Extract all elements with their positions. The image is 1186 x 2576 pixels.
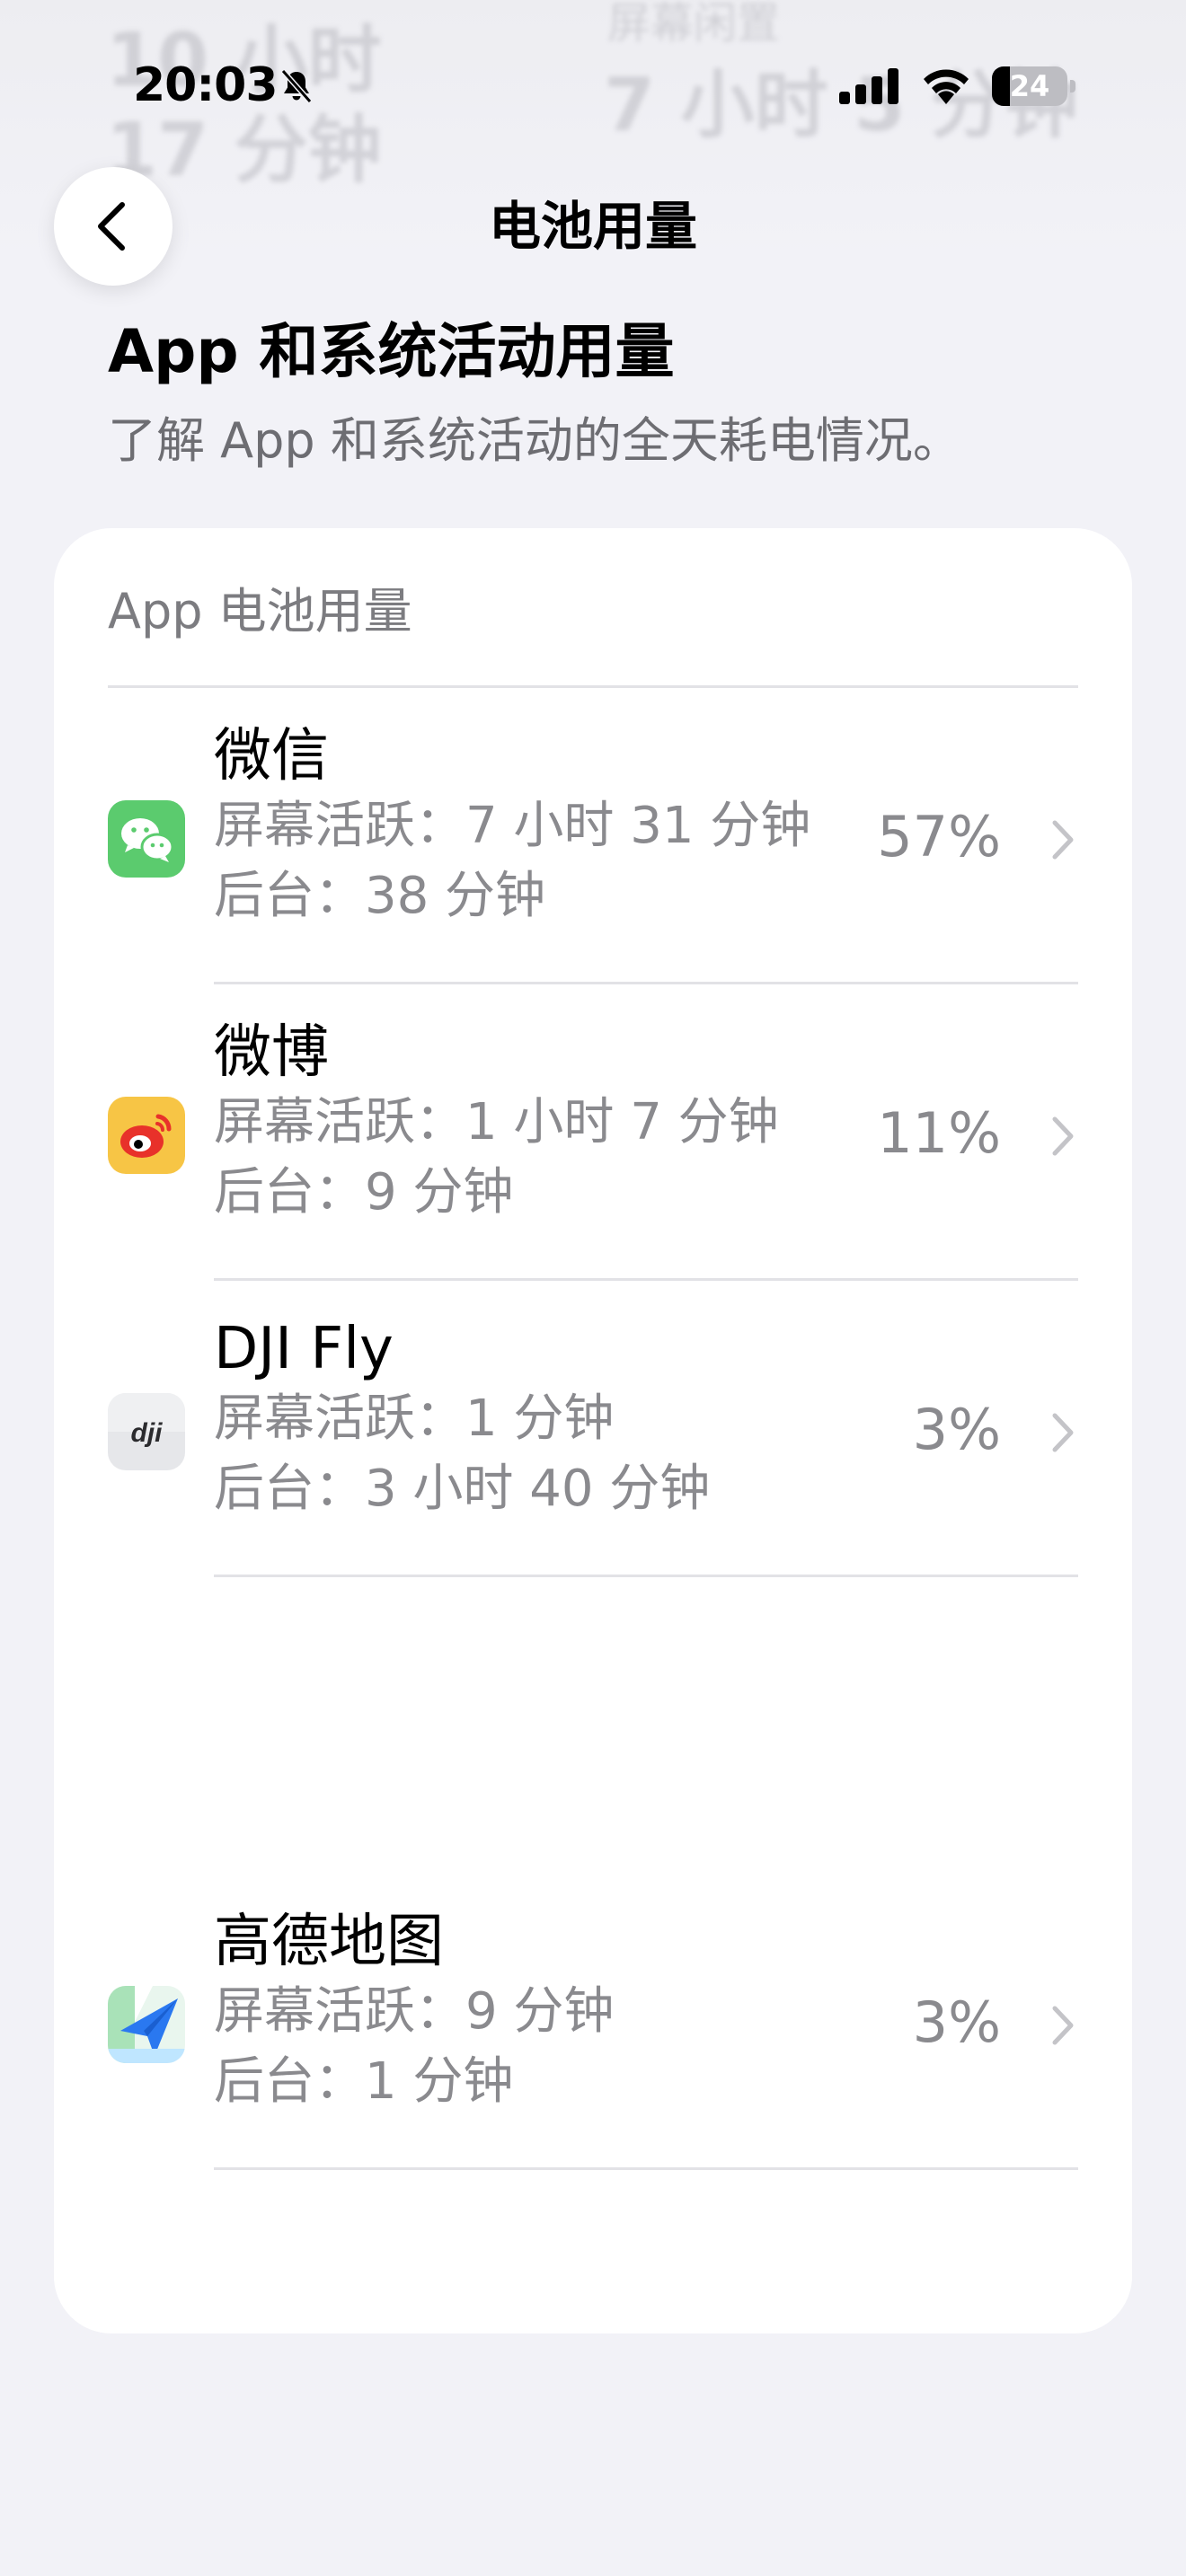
app-screen-active: 屏幕活跃：9 分钟: [214, 1982, 615, 2041]
chevron-right-icon: [1052, 1413, 1074, 1452]
battery-level: 24: [1009, 69, 1050, 103]
bell-slash-icon: [280, 69, 313, 103]
status-bar: 20:03 24: [0, 0, 1186, 171]
app-row-dji-fly[interactable]: dji DJI Fly 屏幕活跃：1 分钟 后台：3 小时 40 分钟 3%: [54, 1281, 1132, 1577]
app-name: 微信: [214, 723, 329, 790]
app-background: 后台：9 分钟: [214, 1163, 514, 1222]
app-name: 微博: [214, 1019, 329, 1086]
battery-body: 24: [992, 66, 1067, 106]
card-header: App 电池用量: [108, 583, 412, 640]
app-percent: 11%: [877, 1100, 1001, 1166]
app-screen-active: 屏幕活跃：7 小时 31 分钟: [214, 797, 811, 855]
amap-icon: [108, 1986, 185, 2063]
app-percent: 57%: [877, 804, 1001, 869]
app-percent: 3%: [912, 1989, 1001, 2055]
weibo-icon: [108, 1097, 185, 1174]
app-percent: 3%: [912, 1397, 1001, 1462]
app-name: DJI Fly: [214, 1316, 394, 1382]
section-heading: App 和系统活动用量: [108, 317, 675, 386]
app-screen-active: 屏幕活跃：1 分钟: [214, 1389, 615, 1448]
app-name: 高德地图: [214, 1909, 444, 1975]
app-background: 后台：3 小时 40 分钟: [214, 1460, 711, 1518]
wechat-icon: [108, 800, 185, 878]
chevron-right-icon: [1052, 1116, 1074, 1156]
status-time: 20:03: [133, 58, 279, 112]
row-divider: [214, 2167, 1078, 2170]
battery-cap: [1070, 80, 1075, 93]
chevron-right-icon: [1052, 820, 1074, 860]
page-title: 电池用量: [488, 196, 697, 257]
app-background: 后台：1 分钟: [214, 2052, 514, 2111]
app-screen-active: 屏幕活跃：1 小时 7 分钟: [214, 1093, 779, 1151]
battery-indicator: 24: [992, 66, 1075, 106]
chevron-right-icon: [1052, 2006, 1074, 2045]
svg-text:dji: dji: [131, 1418, 164, 1448]
back-button[interactable]: [54, 167, 173, 286]
cellular-signal-icon: [839, 68, 898, 104]
app-row-weibo[interactable]: 微博 屏幕活跃：1 小时 7 分钟 后台：9 分钟 11%: [54, 984, 1132, 1281]
section-subtitle: 了解 App 和系统活动的全天耗电情况。: [108, 412, 961, 469]
dji-icon: dji: [108, 1393, 185, 1470]
chevron-left-icon: [98, 202, 125, 251]
app-row-amap[interactable]: 高德地图 屏幕活跃：9 分钟 后台：1 分钟 3%: [54, 1874, 1132, 2170]
wifi-icon: [924, 69, 969, 104]
app-background: 后台：38 分钟: [214, 867, 546, 925]
row-divider: [214, 1575, 1078, 1577]
app-row-wechat[interactable]: 微信 屏幕活跃：7 小时 31 分钟 后台：38 分钟 57%: [54, 688, 1132, 984]
